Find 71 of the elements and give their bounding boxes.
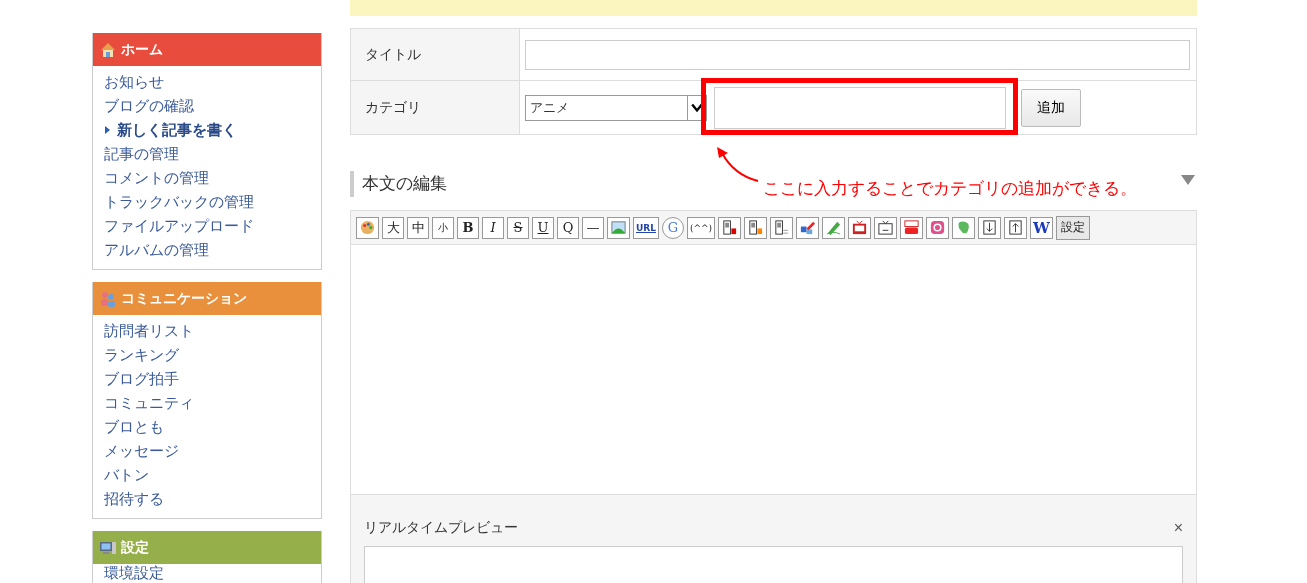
section-title: コミュニケーション <box>121 289 247 308</box>
download-icon <box>981 219 999 236</box>
sidebar-link[interactable]: 新しく記事を書く <box>104 118 321 142</box>
preview-label: リアルタイムプレビュー <box>364 519 518 537</box>
toolbar-button[interactable] <box>900 216 924 239</box>
field-label: カテゴリ <box>351 81 520 134</box>
add-button[interactable]: 追加 <box>1021 88 1081 127</box>
sidebar-link[interactable]: ファイルアップロード <box>104 214 321 238</box>
sidebar-link[interactable]: バトン <box>104 463 321 487</box>
toolbar-button[interactable]: 小 <box>432 216 454 239</box>
pen-icon <box>825 219 843 236</box>
toolbar-button[interactable] <box>1004 216 1028 239</box>
title-input[interactable] <box>525 39 1190 70</box>
category-input[interactable] <box>714 86 1006 129</box>
toolbar-button[interactable]: 大 <box>382 216 404 239</box>
toolbar-button[interactable]: G <box>662 216 684 239</box>
sidebar-link[interactable]: コミュニティ <box>104 391 321 415</box>
close-button[interactable]: × <box>1173 519 1183 537</box>
toolbar-button[interactable]: B <box>457 216 479 239</box>
video-icon <box>903 219 921 236</box>
toolbar-button[interactable]: 中 <box>407 216 429 239</box>
sidebar-link[interactable]: お知らせ <box>104 70 321 94</box>
section-title: ホーム <box>121 40 163 59</box>
sidebar-link[interactable]: 訪問者リスト <box>104 319 321 343</box>
toolbar-button[interactable] <box>718 216 742 239</box>
sidebar-link[interactable]: アルバムの管理 <box>104 238 321 262</box>
sidebar-link[interactable]: ブログ拍手 <box>104 367 321 391</box>
toolbar-button[interactable]: U <box>532 216 554 239</box>
sidebar-link[interactable]: ランキング <box>104 343 321 367</box>
sidebar-link[interactable]: ブログの確認 <box>104 94 321 118</box>
phone-icon <box>721 219 739 236</box>
palette-icon <box>359 219 376 236</box>
section-heading: 本文の編集 <box>350 170 447 197</box>
toolbar-button[interactable]: URL <box>633 216 659 239</box>
toolbar-button[interactable]: — <box>582 216 604 239</box>
toolbar-button[interactable]: S <box>507 216 529 239</box>
field-label: タイトル <box>351 29 520 80</box>
house-icon <box>99 40 117 59</box>
tv-icon <box>851 219 869 236</box>
toolbar-button[interactable] <box>874 216 898 239</box>
toolbar-button[interactable]: W <box>1030 216 1053 239</box>
toolbar-button[interactable] <box>848 216 872 239</box>
sidebar-link[interactable]: ブロとも <box>104 415 321 439</box>
annotation-text: ここに入力することでカテゴリの追加ができる。 <box>763 177 1137 200</box>
sidebar-link[interactable]: 招待する <box>104 487 321 511</box>
toolbar-button[interactable] <box>770 216 794 239</box>
sidebar-link[interactable]: コメントの管理 <box>104 166 321 190</box>
phone-icon <box>773 219 791 236</box>
toolbar-button[interactable]: I <box>482 216 504 239</box>
image-icon <box>610 219 627 236</box>
tv-icon <box>877 219 895 236</box>
toolbar-button[interactable] <box>744 216 768 239</box>
triangle-icon <box>105 126 110 134</box>
sidebar-link[interactable]: 環境設定 <box>104 564 321 583</box>
sidebar-link[interactable]: トラックバックの管理 <box>104 190 321 214</box>
curved-arrow <box>717 147 759 182</box>
blocks-pen-icon <box>799 219 817 236</box>
people-icon <box>99 289 117 308</box>
toolbar-button[interactable]: Q <box>557 216 579 239</box>
category-select[interactable]: アニメ <box>525 94 707 121</box>
camera-icon <box>929 219 947 236</box>
upload-icon <box>1007 219 1025 236</box>
toolbar-button[interactable] <box>796 216 820 239</box>
toolbar-button[interactable] <box>978 216 1002 239</box>
sidebar-link[interactable]: 記事の管理 <box>104 142 321 166</box>
section-title: 設定 <box>121 538 149 557</box>
collapse-triangle-icon[interactable] <box>1181 175 1195 185</box>
phone-icon <box>747 219 765 236</box>
sidebar-link[interactable]: メッセージ <box>104 439 321 463</box>
toolbar-button[interactable]: (^^) <box>687 216 716 239</box>
settings-button[interactable]: 設定 <box>1055 215 1090 240</box>
